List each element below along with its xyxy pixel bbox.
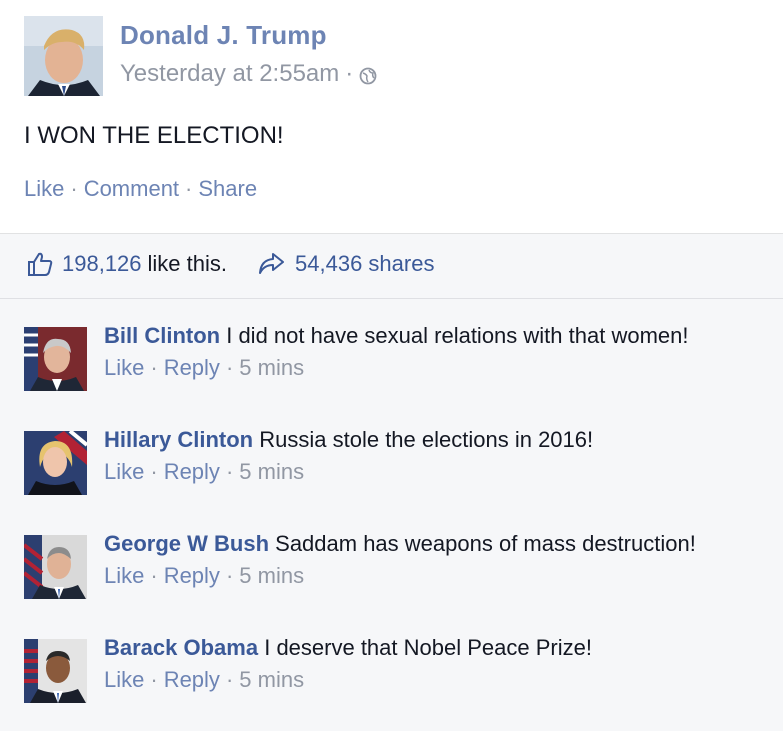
commenter-avatar[interactable]: [24, 535, 87, 599]
comment-time[interactable]: 5 mins: [239, 459, 304, 485]
shares-count[interactable]: 54,436 shares: [295, 251, 434, 277]
comment-item: Barack Obama I deserve that Nobel Peace …: [24, 635, 764, 703]
comment-text-line: Barack Obama I deserve that Nobel Peace …: [104, 635, 592, 661]
comment-body: Russia stole the elections in 2016!: [259, 427, 594, 452]
separator: ·: [150, 667, 158, 692]
comment-item: George W Bush Saddam has weapons of mass…: [24, 531, 764, 599]
globe-icon[interactable]: [359, 67, 377, 85]
separator: ·: [225, 459, 234, 484]
post-text: I WON THE ELECTION!: [24, 122, 284, 149]
like-link[interactable]: Like: [24, 176, 64, 202]
separator: ·: [345, 60, 354, 87]
avatar-photo-icon: [24, 639, 87, 703]
comment-like-link[interactable]: Like: [104, 667, 144, 693]
separator: ·: [150, 355, 158, 380]
avatar-photo-icon: [24, 16, 103, 96]
comment-link[interactable]: Comment: [84, 176, 179, 202]
likes-count[interactable]: 198,126: [62, 251, 142, 277]
separator: ·: [185, 176, 193, 201]
commenter-avatar[interactable]: [24, 639, 87, 703]
comment-time[interactable]: 5 mins: [239, 563, 304, 589]
separator: ·: [225, 355, 234, 380]
post-timestamp[interactable]: Yesterday at 2:55am: [120, 60, 339, 88]
comment-body: I deserve that Nobel Peace Prize!: [264, 635, 592, 660]
post-meta: Yesterday at 2:55am ·: [120, 60, 377, 88]
comment-author[interactable]: Bill Clinton: [104, 323, 220, 348]
comment-like-link[interactable]: Like: [104, 563, 144, 589]
separator: ·: [150, 563, 158, 588]
post-actions: Like · Comment · Share: [24, 176, 257, 202]
comment-actions: Like · Reply · 5 mins: [104, 667, 304, 693]
comment-reply-link[interactable]: Reply: [164, 563, 220, 589]
comment-body: I did not have sexual relations with tha…: [226, 323, 689, 348]
comment-like-link[interactable]: Like: [104, 355, 144, 381]
commenter-avatar[interactable]: [24, 431, 87, 495]
share-link[interactable]: Share: [198, 176, 257, 202]
comment-item: Hillary Clinton Russia stole the electio…: [24, 427, 764, 495]
likes-suffix: like this.: [147, 251, 228, 276]
comment-actions: Like · Reply · 5 mins: [104, 563, 304, 589]
comment-author[interactable]: Barack Obama: [104, 635, 258, 660]
comment-text-line: George W Bush Saddam has weapons of mass…: [104, 531, 696, 557]
comment-item: Bill Clinton I did not have sexual relat…: [24, 323, 764, 391]
comment-actions: Like · Reply · 5 mins: [104, 355, 304, 381]
post-author-name[interactable]: Donald J. Trump: [120, 20, 327, 51]
comment-like-link[interactable]: Like: [104, 459, 144, 485]
feedback-section: 198,126 like this. 54,436 shares Bill Cl…: [0, 233, 783, 731]
avatar-photo-icon: [24, 535, 87, 599]
comment-actions: Like · Reply · 5 mins: [104, 459, 304, 485]
thumbs-up-icon[interactable]: [26, 250, 54, 278]
separator: ·: [225, 667, 234, 692]
comment-reply-link[interactable]: Reply: [164, 459, 220, 485]
comment-reply-link[interactable]: Reply: [164, 355, 220, 381]
divider: [0, 298, 783, 299]
separator: ·: [225, 563, 234, 588]
comment-time[interactable]: 5 mins: [239, 667, 304, 693]
separator: ·: [150, 459, 158, 484]
comment-author[interactable]: Hillary Clinton: [104, 427, 253, 452]
separator: ·: [70, 176, 78, 201]
comment-text-line: Hillary Clinton Russia stole the electio…: [104, 427, 593, 453]
author-avatar[interactable]: [24, 16, 103, 96]
comment-text-line: Bill Clinton I did not have sexual relat…: [104, 323, 688, 349]
comment-body: Saddam has weapons of mass destruction!: [275, 531, 696, 556]
comment-author[interactable]: George W Bush: [104, 531, 269, 556]
share-arrow-icon: [259, 253, 285, 274]
comment-time[interactable]: 5 mins: [239, 355, 304, 381]
avatar-photo-icon: [24, 327, 87, 391]
stats-row: 198,126 like this. 54,436 shares: [26, 250, 434, 278]
avatar-photo-icon: [24, 431, 87, 495]
comment-reply-link[interactable]: Reply: [164, 667, 220, 693]
post: Donald J. Trump Yesterday at 2:55am · I …: [0, 0, 783, 233]
commenter-avatar[interactable]: [24, 327, 87, 391]
